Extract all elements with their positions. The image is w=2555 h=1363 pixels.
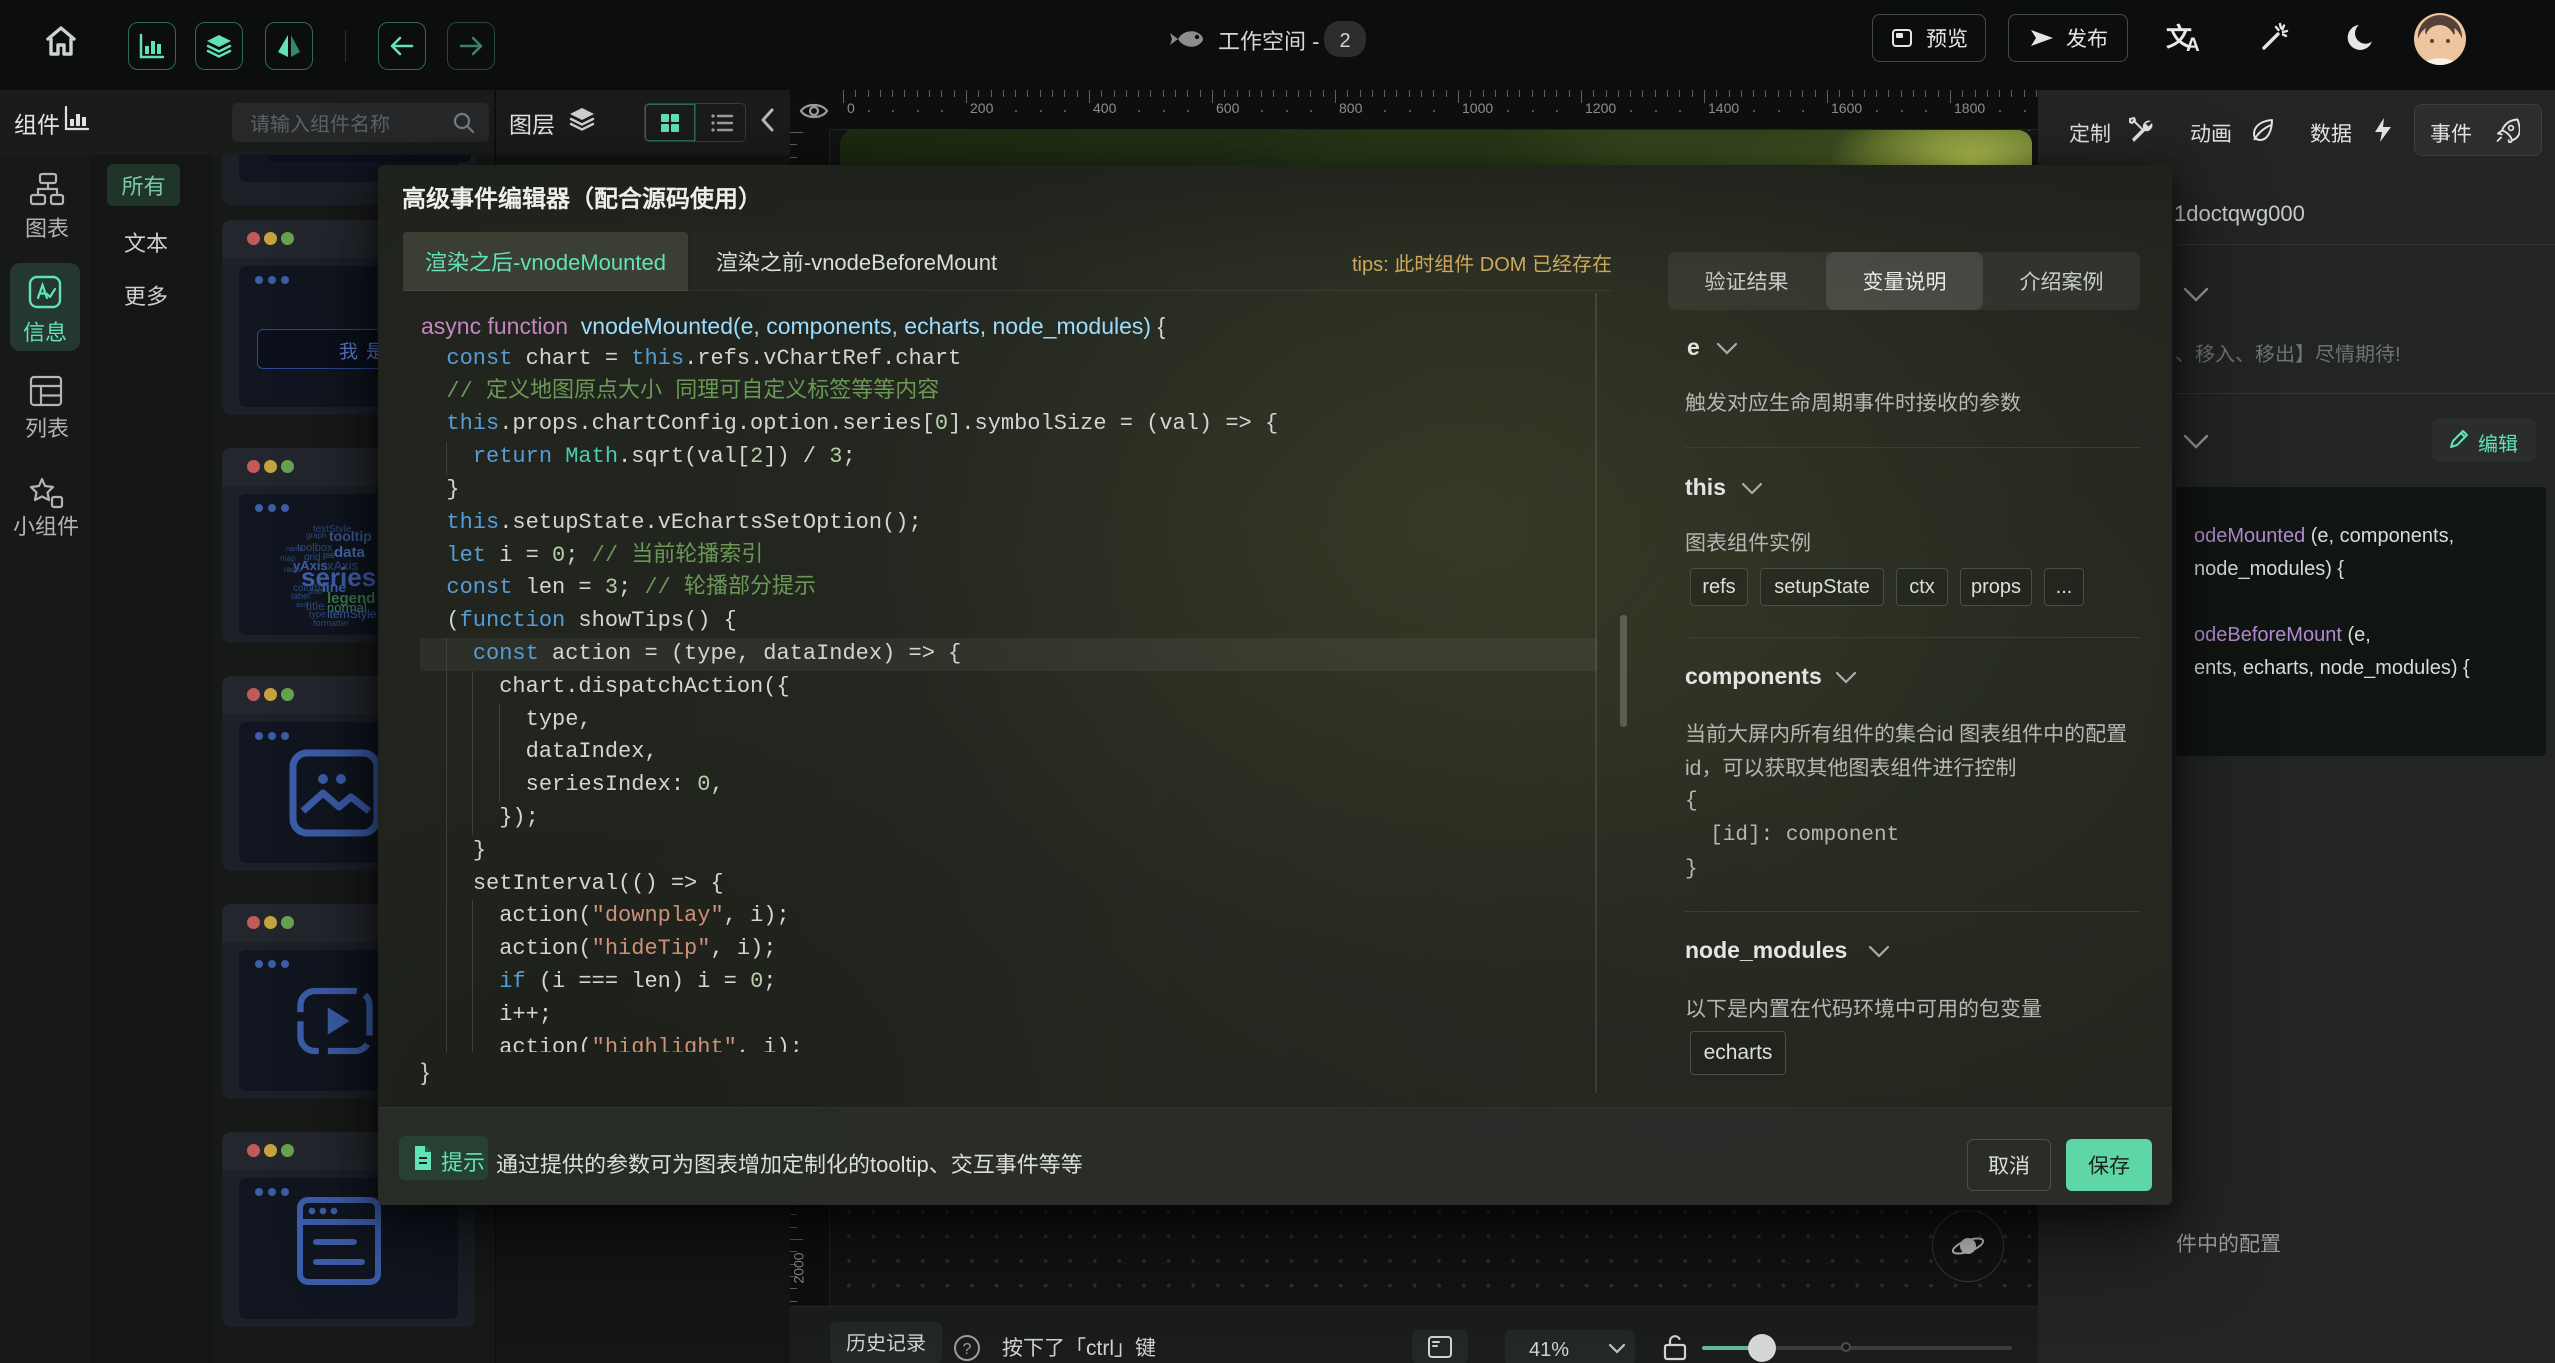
svg-text:?: ? xyxy=(963,1341,972,1358)
